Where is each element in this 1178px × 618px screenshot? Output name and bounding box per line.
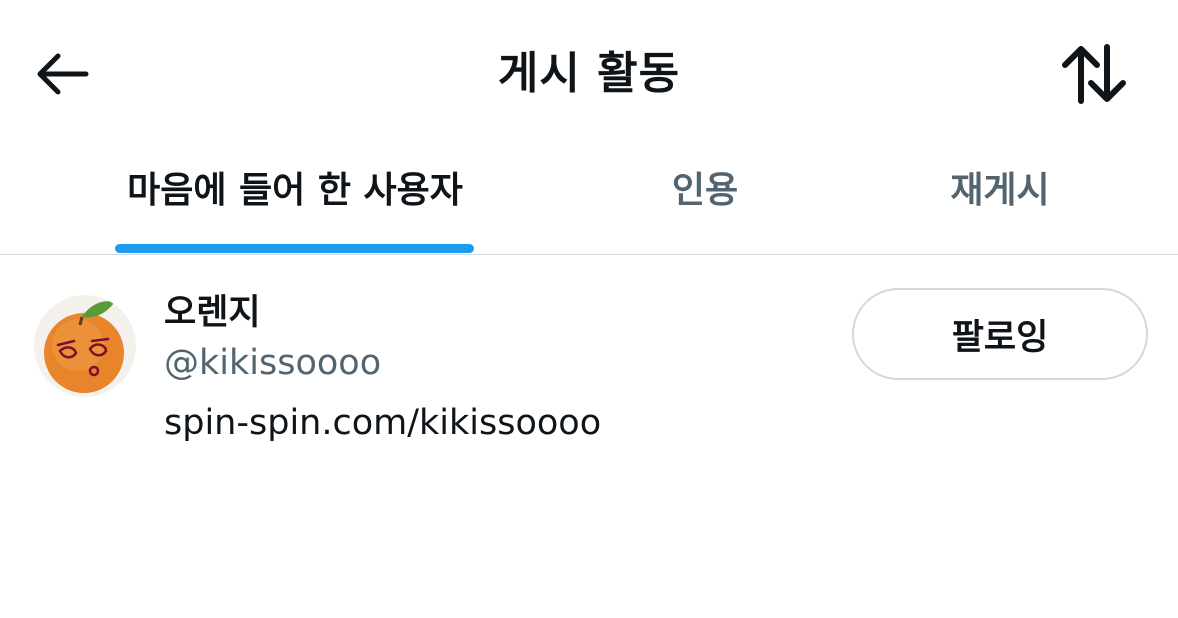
tab-quotes-label: 인용 xyxy=(671,170,739,211)
sort-button[interactable] xyxy=(1052,36,1136,112)
tab-bar: 마음에 들어 한 사용자 인용 재게시 xyxy=(0,140,1178,255)
user-bio-link[interactable]: spin-spin.com/kikissoooo xyxy=(164,401,601,445)
avatar[interactable] xyxy=(34,295,136,397)
top-bar: 게시 활동 xyxy=(0,0,1178,140)
tab-reposts[interactable]: 재게시 xyxy=(890,140,1110,254)
page-title: 게시 활동 xyxy=(497,48,681,99)
user-handle: @kikissoooo xyxy=(164,343,382,383)
active-tab-indicator xyxy=(115,244,474,253)
following-button[interactable]: 팔로잉 xyxy=(852,288,1148,380)
tab-likes[interactable]: 마음에 들어 한 사용자 xyxy=(100,140,490,254)
tab-reposts-label: 재게시 xyxy=(950,170,1050,211)
user-list-item[interactable]: 오렌지 @kikissoooo spin-spin.com/kikissoooo… xyxy=(0,255,1178,475)
tab-likes-label: 마음에 들어 한 사용자 xyxy=(127,170,463,211)
tab-quotes[interactable]: 인용 xyxy=(600,140,810,254)
user-display-name[interactable]: 오렌지 xyxy=(164,291,261,335)
sort-arrows-icon xyxy=(1062,44,1126,104)
orange-avatar-image xyxy=(34,295,136,397)
